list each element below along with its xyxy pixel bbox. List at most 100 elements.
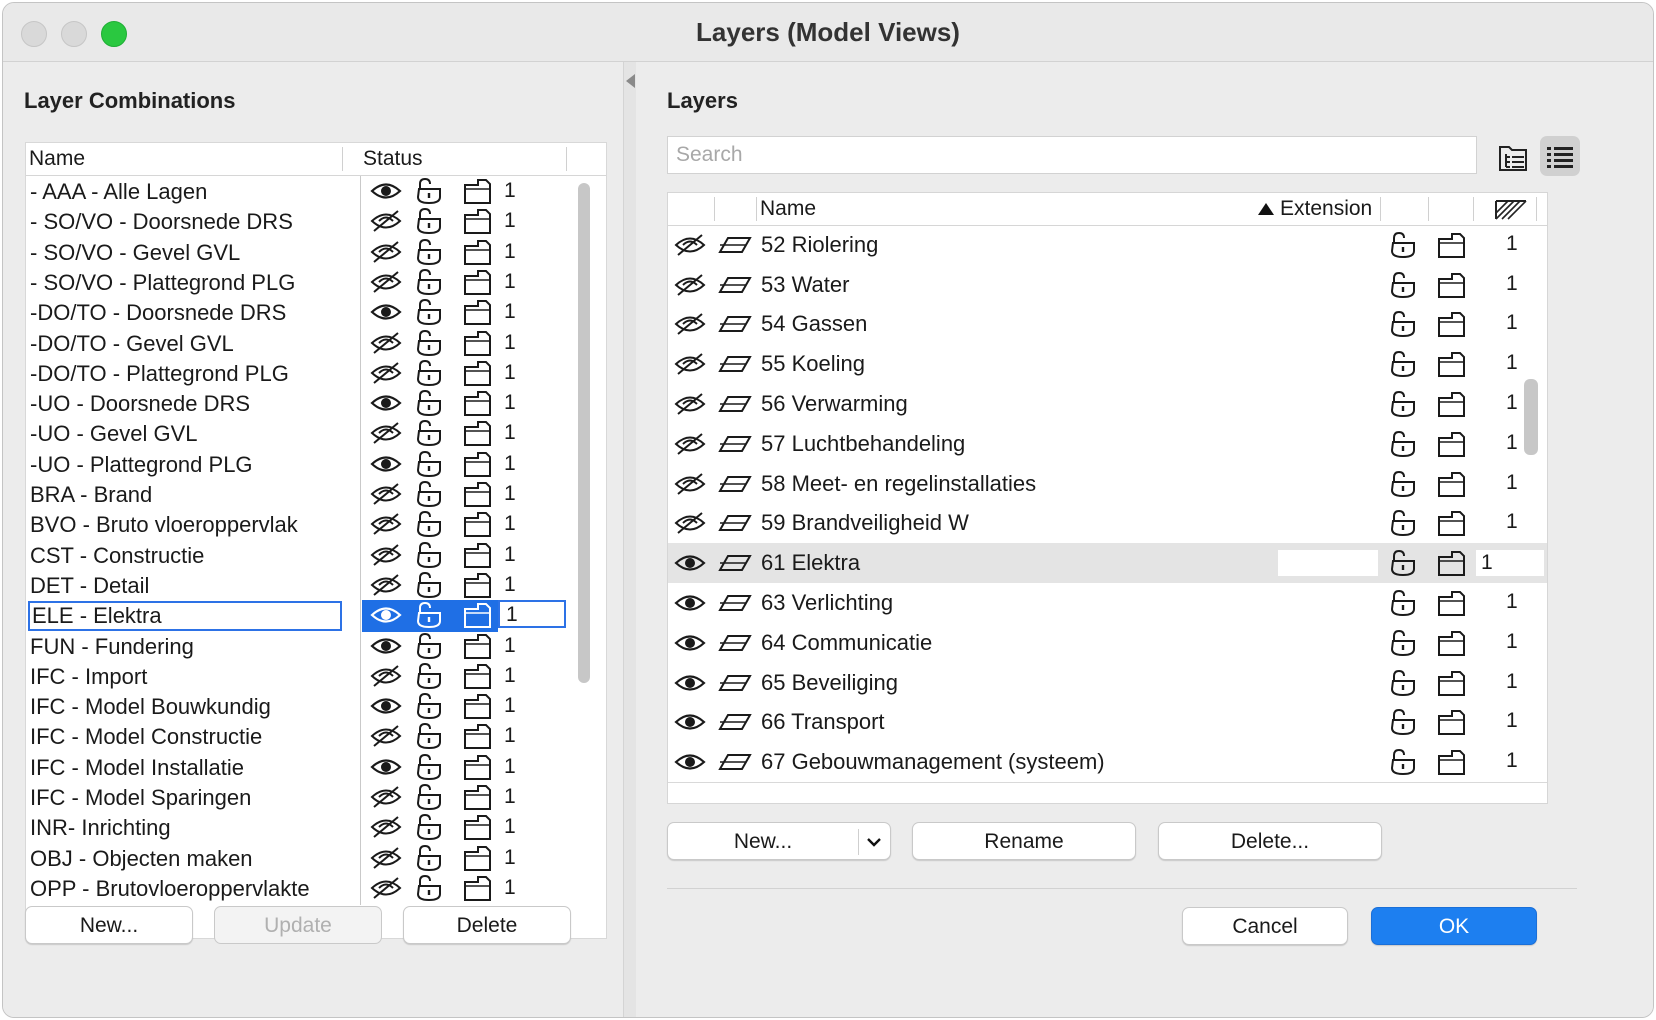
wireframe-icon[interactable]: [1436, 350, 1466, 384]
lock-icon[interactable]: [1388, 470, 1418, 504]
combination-name[interactable]: CST - Constructie: [30, 543, 204, 569]
lock-icon[interactable]: [1388, 271, 1418, 305]
cancel-button[interactable]: Cancel: [1182, 907, 1348, 945]
eye-closed-icon[interactable]: [370, 240, 402, 270]
layer-combination-row[interactable]: OBJ - Objecten maken 1: [26, 842, 586, 875]
layer-name[interactable]: 52 Riolering: [761, 232, 878, 258]
lock-icon[interactable]: [1388, 231, 1418, 265]
layer-intersection-icon[interactable]: [718, 552, 752, 580]
layer-intersection-icon[interactable]: [718, 592, 752, 620]
eye-open-icon[interactable]: [370, 452, 402, 482]
eye-closed-icon[interactable]: [674, 233, 706, 263]
wireframe-icon[interactable]: [1436, 231, 1466, 265]
eye-closed-icon[interactable]: [370, 664, 402, 694]
combination-name[interactable]: -UO - Gevel GVL: [30, 421, 197, 447]
wireframe-icon[interactable]: [1436, 629, 1466, 663]
combination-name[interactable]: -DO/TO - Gevel GVL: [30, 331, 234, 357]
layer-combinations-list[interactable]: Name Status - AAA - Alle Lagen 1- SO/VO -…: [25, 142, 607, 939]
layer-name[interactable]: 65 Beveiliging: [761, 670, 898, 696]
wireframe-icon[interactable]: [1436, 708, 1466, 742]
layer-name[interactable]: 54 Gassen: [761, 311, 867, 337]
lock-icon[interactable]: [1388, 549, 1418, 583]
wireframe-icon[interactable]: [1436, 310, 1466, 344]
layer-name[interactable]: 59 Brandveiligheid W: [761, 510, 969, 536]
new-combination-button[interactable]: New...: [25, 906, 193, 944]
layer-combination-row[interactable]: OPP - Brutovloeroppervlakte 1: [26, 872, 586, 908]
eye-closed-icon[interactable]: [370, 209, 402, 239]
layer-intersection-icon[interactable]: [718, 393, 752, 421]
layer-combination-row[interactable]: -DO/TO - Doorsnede DRS 1: [26, 297, 586, 330]
layer-intersection-icon[interactable]: [718, 632, 752, 660]
layer-combination-row[interactable]: BVO - Bruto vloeroppervlak 1: [26, 509, 586, 542]
search-input[interactable]: Search: [667, 136, 1477, 174]
folder-view-button[interactable]: [1494, 136, 1534, 176]
layer-row[interactable]: 56 Verwarming 1: [668, 384, 1547, 425]
eye-closed-icon[interactable]: [370, 331, 402, 361]
layer-intersection-icon[interactable]: [718, 234, 752, 262]
layer-name[interactable]: 64 Communicatie: [761, 630, 932, 656]
layer-intersection-icon[interactable]: [718, 353, 752, 381]
eye-open-icon[interactable]: [370, 391, 402, 421]
lock-icon[interactable]: [1388, 748, 1418, 782]
delete-combination-button[interactable]: Delete: [403, 906, 571, 944]
layer-combination-row[interactable]: -DO/TO - Gevel GVL 1: [26, 327, 586, 361]
layer-row[interactable]: 61 Elektra 1: [668, 543, 1547, 585]
eye-open-icon[interactable]: [370, 603, 402, 633]
layer-combination-row[interactable]: DET - Detail 1: [26, 569, 586, 602]
combination-name[interactable]: DET - Detail: [30, 573, 149, 599]
layer-name[interactable]: 63 Verlichting: [761, 590, 893, 616]
layer-combination-row[interactable]: -UO - Plattegrond PLG 1: [26, 448, 586, 482]
combination-name[interactable]: IFC - Model Bouwkundig: [30, 694, 271, 720]
layer-intersection-icon[interactable]: [718, 751, 752, 779]
layer-combination-row[interactable]: ELE - Elektra 1: [26, 600, 586, 633]
layer-row[interactable]: 67 Gebouwmanagement (systeem) 1: [668, 742, 1547, 784]
combination-name[interactable]: ELE - Elektra: [28, 601, 342, 632]
lock-icon[interactable]: [1388, 310, 1418, 344]
wireframe-icon[interactable]: [1436, 549, 1466, 583]
lock-icon[interactable]: [1388, 430, 1418, 464]
chevron-down-icon[interactable]: [866, 836, 882, 848]
eye-closed-icon[interactable]: [674, 352, 706, 382]
extension-input[interactable]: [1278, 550, 1378, 577]
lock-icon[interactable]: [1388, 350, 1418, 384]
layer-combination-row[interactable]: -UO - Gevel GVL 1: [26, 418, 586, 451]
pane-splitter[interactable]: [623, 62, 637, 1017]
eye-open-icon[interactable]: [370, 634, 402, 664]
layer-combination-row[interactable]: -DO/TO - Plattegrond PLG 1: [26, 357, 586, 391]
wireframe-icon[interactable]: [1436, 589, 1466, 623]
eye-open-icon[interactable]: [370, 694, 402, 724]
layer-name[interactable]: 53 Water: [761, 272, 849, 298]
eye-closed-icon[interactable]: [370, 361, 402, 391]
new-layer-button[interactable]: New...: [667, 822, 891, 860]
layer-combination-row[interactable]: - SO/VO - Plattegrond PLG 1: [26, 266, 586, 299]
layer-combination-row[interactable]: IFC - Import 1: [26, 660, 586, 694]
pen-set-input[interactable]: 1: [498, 600, 566, 629]
combination-name[interactable]: IFC - Model Sparingen: [30, 785, 251, 811]
layer-intersection-icon[interactable]: [718, 672, 752, 700]
combination-name[interactable]: FUN - Fundering: [30, 634, 194, 660]
eye-open-icon[interactable]: [674, 631, 706, 661]
eye-closed-icon[interactable]: [370, 876, 402, 906]
layers-list[interactable]: 48 Afwerkingspakketten152 Riolering153 W…: [667, 192, 1548, 804]
eye-closed-icon[interactable]: [370, 543, 402, 573]
combination-name[interactable]: - AAA - Alle Lagen: [30, 179, 207, 205]
layer-row[interactable]: 66 Transport 1: [668, 702, 1547, 744]
lock-icon[interactable]: [414, 874, 444, 908]
layer-intersection-icon[interactable]: [718, 711, 752, 739]
combination-name[interactable]: -UO - Doorsnede DRS: [30, 391, 250, 417]
layer-name[interactable]: 58 Meet- en regelinstallaties: [761, 471, 1036, 497]
combination-name[interactable]: IFC - Model Installatie: [30, 755, 244, 781]
eye-open-icon[interactable]: [674, 750, 706, 780]
eye-open-icon[interactable]: [370, 755, 402, 785]
layer-name[interactable]: 67 Gebouwmanagement (systeem): [761, 749, 1105, 775]
combination-name[interactable]: BVO - Bruto vloeroppervlak: [30, 512, 298, 538]
combination-name[interactable]: IFC - Import: [30, 664, 147, 690]
combination-name[interactable]: -DO/TO - Doorsnede DRS: [30, 300, 286, 326]
layer-combination-row[interactable]: - SO/VO - Gevel GVL 1: [26, 236, 586, 270]
layer-combination-row[interactable]: CST - Constructie 1: [26, 539, 586, 573]
wireframe-icon[interactable]: [1436, 470, 1466, 504]
layer-combination-row[interactable]: IFC - Model Installatie 1: [26, 751, 586, 785]
lock-icon[interactable]: [1388, 509, 1418, 543]
eye-closed-icon[interactable]: [370, 815, 402, 845]
wireframe-icon[interactable]: [1436, 390, 1466, 424]
